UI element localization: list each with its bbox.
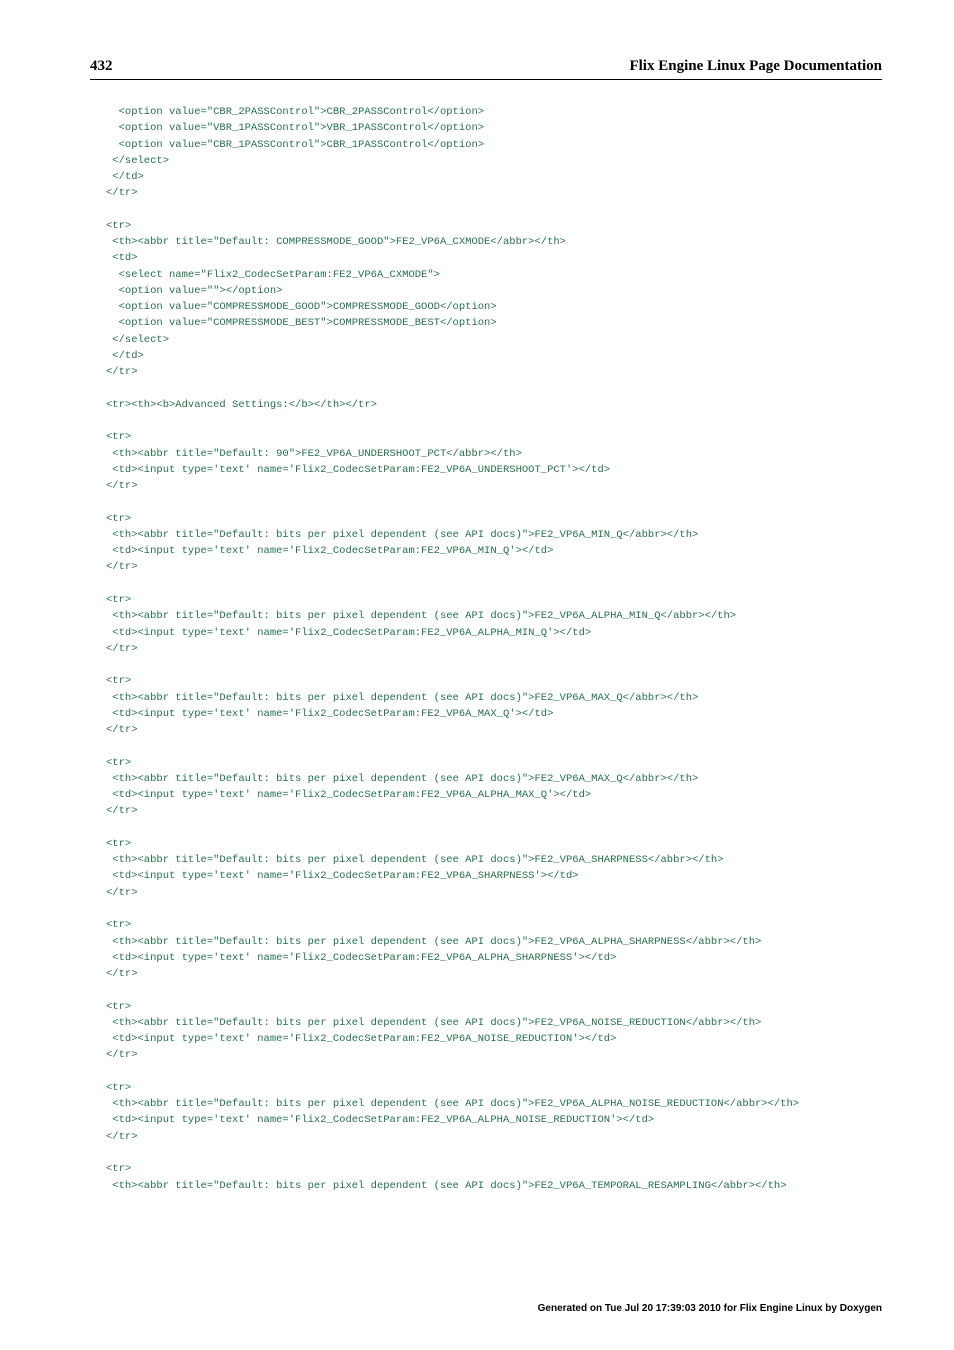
page: 432 Flix Engine Linux Page Documentation… (0, 0, 954, 1350)
page-number: 432 (90, 58, 113, 75)
header-rule (90, 79, 882, 80)
page-header: 432 Flix Engine Linux Page Documentation (90, 58, 882, 75)
doc-title: Flix Engine Linux Page Documentation (629, 58, 882, 75)
page-footer: Generated on Tue Jul 20 17:39:03 2010 fo… (538, 1303, 882, 1314)
code-listing: <option value="CBR_2PASSControl">CBR_2PA… (90, 104, 882, 1194)
